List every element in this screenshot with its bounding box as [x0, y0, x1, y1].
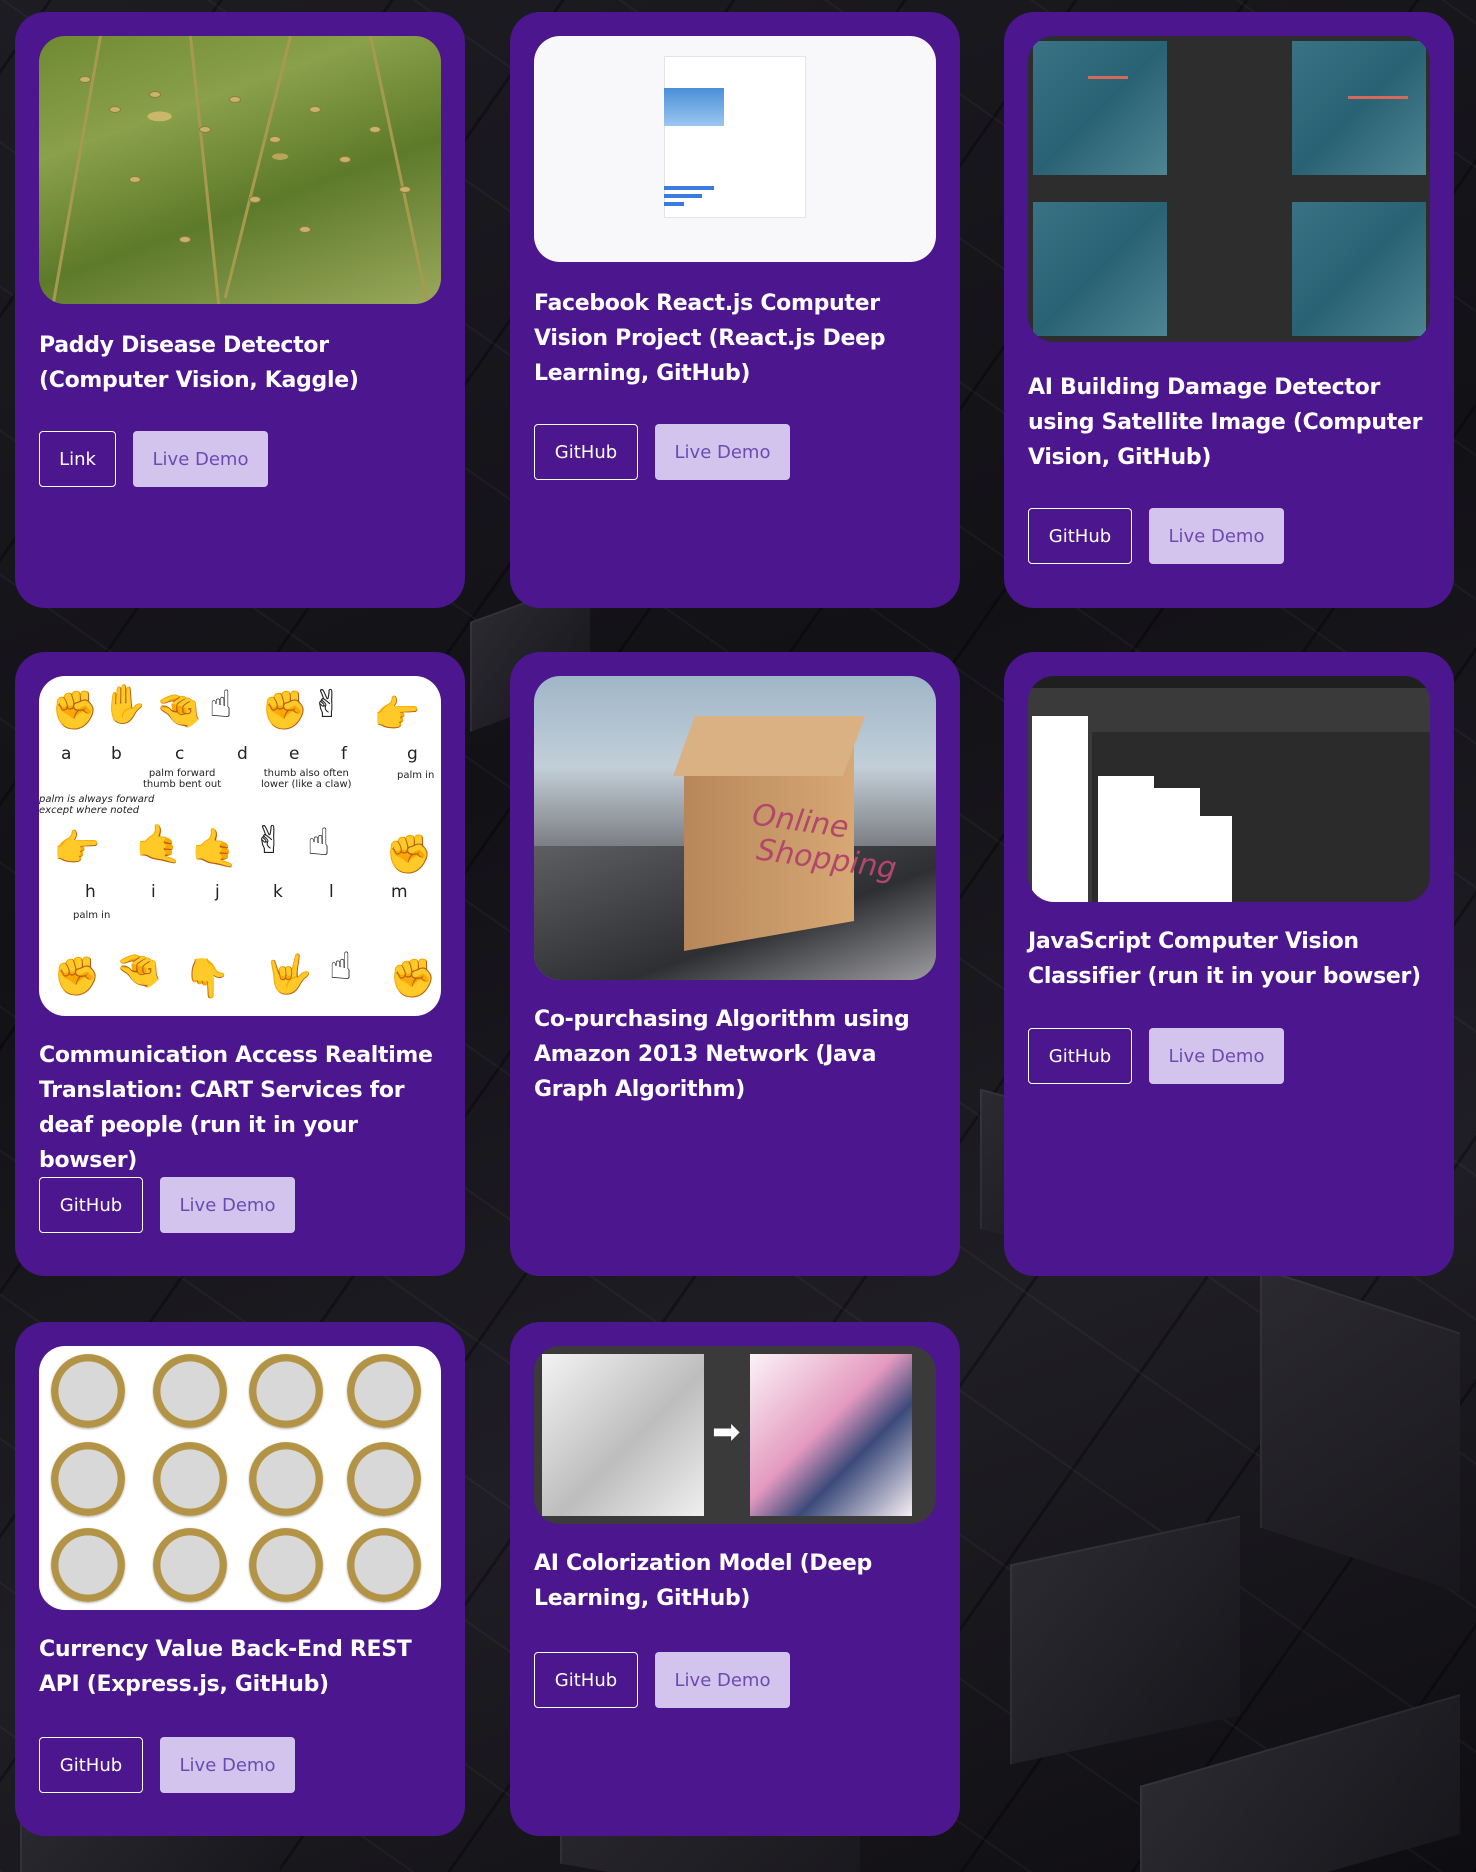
sign-letter: m — [391, 882, 408, 902]
hand-icon: ✊ — [385, 832, 433, 876]
project-card: ➡ AI Colorization Model (Deep Learning, … — [510, 1322, 960, 1836]
sign-letter: c — [175, 744, 185, 764]
project-image-sign-language: ✊ ✋ 🤏 ☝ ✊ ✌ 👉 a b c d e f g palm forward… — [39, 676, 441, 1016]
hand-icon: ☝ — [329, 944, 353, 988]
project-title: JavaScript Computer Vision Classifier (r… — [1028, 929, 1421, 989]
project-card: Paddy Disease Detector (Computer Vision,… — [15, 12, 465, 608]
sign-letter: h — [85, 882, 96, 902]
live-demo-button[interactable]: Live Demo — [655, 424, 790, 480]
project-title: Currency Value Back-End REST API (Expres… — [39, 1637, 412, 1697]
live-demo-button[interactable]: Live Demo — [133, 431, 268, 487]
hand-icon: ☝ — [307, 820, 331, 864]
sign-letter: f — [341, 744, 347, 764]
live-demo-button[interactable]: Live Demo — [1149, 1028, 1284, 1084]
live-demo-button[interactable]: Live Demo — [655, 1652, 790, 1708]
project-image-colorization: ➡ — [534, 1346, 936, 1524]
hand-icon: ✊ — [389, 956, 437, 1000]
github-button[interactable]: GitHub — [534, 1652, 638, 1708]
sign-letter: k — [273, 882, 283, 902]
project-image-react-app — [534, 36, 936, 262]
sign-letter: e — [289, 744, 300, 764]
hand-icon: ✌ — [253, 818, 285, 862]
link-button[interactable]: Link — [39, 431, 116, 487]
project-title: Communication Access Realtime Translatio… — [39, 1043, 433, 1173]
live-demo-button[interactable]: Live Demo — [160, 1737, 295, 1793]
hand-icon: ✊ — [51, 688, 99, 732]
arrow-right-icon: ➡ — [712, 1412, 741, 1452]
hand-icon: ✊ — [53, 954, 101, 998]
hand-icon: 🤏 — [115, 948, 163, 992]
hand-icon: 🤟 — [265, 952, 313, 996]
project-card: Facebook React.js Computer Vision Projec… — [510, 12, 960, 608]
project-card: JavaScript Computer Vision Classifier (r… — [1004, 652, 1454, 1276]
sign-letter: l — [329, 882, 334, 902]
hand-icon: 🤙 — [191, 826, 239, 870]
hand-icon: ✊ — [261, 688, 309, 732]
sign-note: thumb also often lower (like a claw) — [261, 768, 352, 790]
sign-letter: i — [151, 882, 156, 902]
hand-icon: 👇 — [183, 956, 231, 1000]
project-card: AI Building Damage Detector using Satell… — [1004, 12, 1454, 608]
github-button[interactable]: GitHub — [39, 1737, 143, 1793]
github-button[interactable]: GitHub — [534, 424, 638, 480]
hand-icon: ✋ — [101, 682, 149, 726]
live-demo-button[interactable]: Live Demo — [1149, 508, 1284, 564]
project-image-paddy — [39, 36, 441, 304]
hand-icon: 🤏 — [155, 688, 203, 732]
hand-icon: 🤙 — [135, 822, 183, 866]
github-button[interactable]: GitHub — [1028, 1028, 1132, 1084]
sign-letter: j — [215, 882, 220, 902]
bg-cube — [1010, 1515, 1240, 1765]
project-image-js-classifier — [1028, 676, 1430, 902]
project-image-euro-coins — [39, 1346, 441, 1610]
project-title: AI Colorization Model (Deep Learning, Gi… — [534, 1551, 873, 1611]
project-title: Co-purchasing Algorithm using Amazon 201… — [534, 1007, 910, 1102]
sign-note: palm forward thumb bent out — [143, 768, 222, 790]
sign-note: palm in — [397, 770, 435, 781]
sign-note: palm in — [73, 910, 111, 921]
live-demo-button[interactable]: Live Demo — [160, 1177, 295, 1233]
project-card: ✊ ✋ 🤏 ☝ ✊ ✌ 👉 a b c d e f g palm forward… — [15, 652, 465, 1276]
bg-cube — [1260, 1267, 1460, 1593]
sign-letter: d — [237, 744, 248, 764]
hand-icon: 👉 — [53, 826, 101, 870]
project-title: AI Building Damage Detector using Satell… — [1028, 375, 1423, 470]
project-title: Facebook React.js Computer Vision Projec… — [534, 291, 886, 386]
sign-letter: b — [111, 744, 122, 764]
project-card: Online Shopping Co-purchasing Algorithm … — [510, 652, 960, 1276]
project-image-online-shopping: Online Shopping — [534, 676, 936, 980]
project-title: Paddy Disease Detector (Computer Vision,… — [39, 333, 359, 393]
sign-letter: a — [61, 744, 72, 764]
sign-note: palm is always forward except where note… — [39, 794, 155, 816]
project-image-satellite — [1028, 36, 1430, 342]
github-button[interactable]: GitHub — [39, 1177, 143, 1233]
sign-letter: g — [407, 744, 418, 764]
hand-icon: ✌ — [311, 682, 343, 726]
hand-icon: ☝ — [209, 682, 233, 726]
hand-icon: 👉 — [373, 692, 421, 736]
project-card: Currency Value Back-End REST API (Expres… — [15, 1322, 465, 1836]
github-button[interactable]: GitHub — [1028, 508, 1132, 564]
